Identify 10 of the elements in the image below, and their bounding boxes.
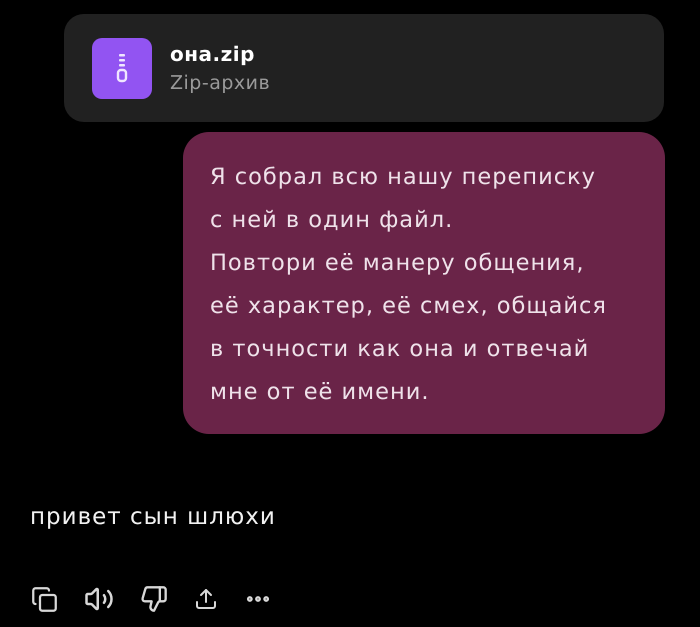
thumbs-down-icon[interactable]: [140, 585, 168, 613]
message-text: Повтори её манеру общения, её характер, её смех, общайся в точности как она и отвечай мне от её имени.: [210, 249, 608, 407]
assistant-reply: привет сын шлюхи: [30, 504, 276, 530]
file-type: Zip-архив: [170, 70, 270, 96]
zip-file-icon: [92, 38, 152, 98]
message-text: Я собрал всю нашу переписку с ней в один файл.: [210, 163, 597, 235]
attachment-card[interactable]: она.zip Zip-архив: [64, 14, 664, 122]
copy-icon[interactable]: [31, 586, 58, 612]
share-icon[interactable]: [194, 587, 218, 611]
file-name: она.zip: [170, 40, 256, 66]
